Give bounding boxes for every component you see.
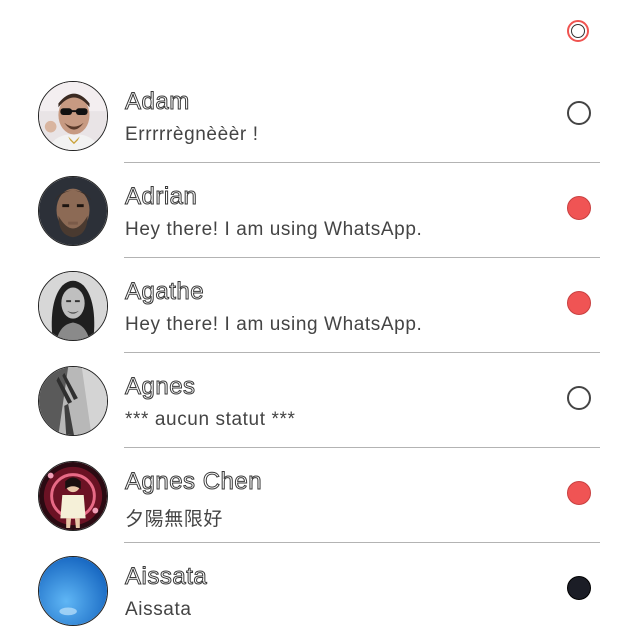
select-radio[interactable] [567, 481, 591, 505]
contact-row[interactable]: Adrian Hey there! I am using WhatsApp. [0, 163, 640, 258]
contact-row[interactable]: Agnes *** aucun statut *** [0, 353, 640, 448]
avatar [38, 366, 108, 436]
contact-status: Aissata [125, 599, 192, 620]
contact-name: Aissata [124, 563, 208, 591]
contact-status: Hey there! I am using WhatsApp. [125, 314, 423, 335]
avatar [38, 271, 108, 341]
select-radio[interactable] [567, 291, 591, 315]
select-radio[interactable] [567, 196, 591, 220]
contact-status: *** aucun statut *** [125, 409, 296, 430]
contact-name: Agathe [124, 278, 205, 306]
contact-list: Adam Errrrrègnèèèr ! Adrian Hey there! I… [0, 68, 640, 638]
contact-row[interactable]: Agathe Hey there! I am using WhatsApp. [0, 258, 640, 353]
contact-name: Adrian [124, 183, 198, 211]
contact-name: Adam [125, 88, 190, 116]
contact-name: Agnes [125, 373, 196, 401]
avatar [38, 556, 108, 626]
header [0, 0, 640, 66]
select-radio[interactable] [567, 101, 591, 125]
select-radio[interactable] [567, 386, 591, 410]
avatar [38, 176, 108, 246]
contact-row[interactable]: Agnes Chen 夕陽無限好 [0, 448, 640, 543]
select-radio[interactable] [567, 576, 591, 600]
avatar [38, 81, 108, 151]
contact-status: Errrrrègnèèèr ! [125, 124, 259, 145]
contact-row[interactable]: Adam Errrrrègnèèèr ! [0, 68, 640, 163]
contact-row[interactable]: Aissata Aissata [0, 543, 640, 638]
avatar [38, 461, 108, 531]
contact-status: 夕陽無限好 [125, 509, 224, 530]
contact-name: Agnes Chen [124, 468, 263, 496]
contact-status: Hey there! I am using WhatsApp. [125, 219, 423, 240]
select-all-radio[interactable] [567, 20, 589, 42]
